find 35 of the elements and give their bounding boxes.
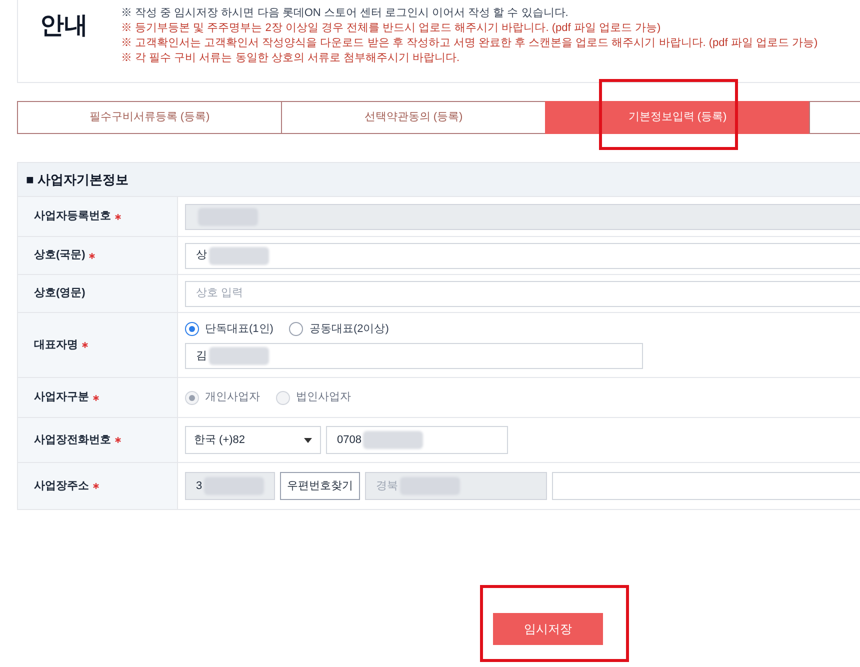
- label-text: 대표자명: [34, 338, 78, 353]
- label-text: 사업자구분: [34, 390, 89, 406]
- field-value: 경북: [376, 478, 398, 494]
- input-field[interactable]: [185, 204, 860, 230]
- notice-line: ※ 작성 중 임시저장 하시면 다음 롯데ON 스토어 센터 로그인시 이어서 작성 할 수 있습니다.: [121, 6, 570, 21]
- notice-line: ※ 등기부등본 및 주주명부는 2장 이상일 경우 전체를 반드시 업로드 해주시기 바랍니다. (pdf 파일 업로드 가능): [121, 21, 662, 36]
- field-value: 0708: [337, 432, 362, 448]
- input-field[interactable]: 3: [185, 472, 275, 500]
- select-value: 한국 (+)82: [194, 432, 246, 448]
- step-tab[interactable]: 선택약관동의 (등록): [281, 101, 546, 134]
- label-text: 상호(국문): [34, 248, 86, 264]
- input-field[interactable]: [552, 472, 860, 500]
- section-title: ■ 사업자기본정보: [26, 170, 128, 189]
- step-tab[interactable]: 필수구비서류등록 (등록): [17, 101, 282, 134]
- radio-option[interactable]: 공동대표(2이상): [289, 320, 389, 338]
- notice-line: ※ 고객확인서는 고객확인서 작성양식을 다운로드 받은 후 작성하고 서명 완료한 후 스캔본을 업로드 해주시기 바랍니다. (pdf 파일 업로드 가능): [121, 36, 818, 51]
- label-text: 사업장전화번호: [34, 432, 111, 448]
- label-text: 상호(영문): [34, 286, 86, 302]
- radio-button[interactable]: [289, 322, 304, 336]
- label-text: 사업자등록번호: [34, 209, 111, 224]
- radio-option[interactable]: 단독대표(1인): [185, 320, 274, 338]
- input-field[interactable]: 상: [185, 242, 860, 268]
- label-text: 사업장주소: [34, 478, 89, 494]
- input-field[interactable]: 0708: [326, 426, 508, 454]
- field-value: 3: [196, 478, 202, 494]
- caret-icon: [304, 438, 312, 442]
- field-value: 상: [196, 248, 207, 264]
- notice-line: ※ 각 필수 구비 서류는 동일한 상호의 서류로 첨부해주시기 바랍니다.: [121, 51, 461, 66]
- postcode-search-button[interactable]: 우편번호찾기: [280, 472, 360, 500]
- field-placeholder: 상호 입력: [196, 286, 244, 302]
- radio-button[interactable]: [185, 322, 199, 336]
- field-value: 김: [196, 349, 207, 364]
- notice-title: 안내: [39, 11, 89, 41]
- country-select[interactable]: 한국 (+)82: [185, 426, 321, 454]
- input-field[interactable]: 김: [185, 343, 643, 370]
